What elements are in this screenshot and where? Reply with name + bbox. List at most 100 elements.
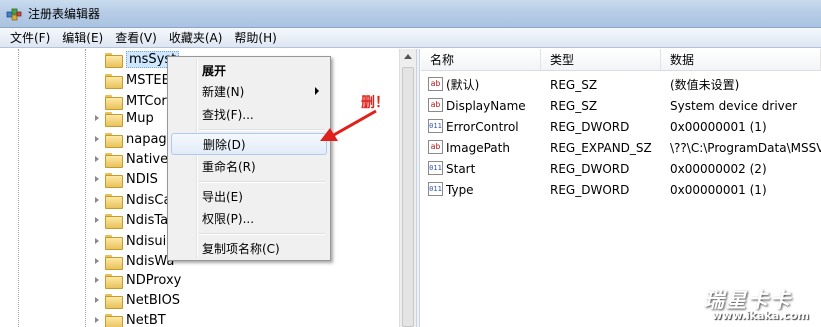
folder-icon — [105, 214, 123, 229]
tree-item-label: MTCor — [126, 94, 167, 109]
value-name: Type — [446, 182, 474, 197]
menu-separator — [199, 129, 325, 131]
menu-separator — [199, 233, 325, 235]
value-type: REG_DWORD — [550, 119, 630, 134]
tree-guide-line — [18, 49, 19, 327]
value-row[interactable]: ab ImagePath REG_EXPAND_SZ \??\C:\Progra… — [421, 137, 821, 158]
context-menu-copy-key-name[interactable]: 复制项名称(C) — [171, 237, 327, 259]
title-bar[interactable]: 注册表编辑器 — [0, 0, 821, 28]
menu-view[interactable]: 查看(V) — [109, 28, 163, 48]
expand-arrow-icon[interactable] — [93, 296, 102, 305]
menu-help[interactable]: 帮助(H) — [228, 28, 282, 48]
value-data: System device driver — [670, 98, 798, 113]
context-menu-expand[interactable]: 展开 — [171, 59, 327, 81]
value-name: Start — [446, 161, 476, 176]
context-menu-export[interactable]: 导出(E) — [171, 185, 327, 207]
annotation-arrow-icon — [320, 109, 377, 141]
folder-icon — [105, 235, 123, 250]
value-type: REG_SZ — [550, 98, 598, 113]
tree-item[interactable]: napage — [93, 129, 175, 150]
string-value-icon: ab — [428, 140, 443, 154]
menu-file[interactable]: 文件(F) — [4, 28, 56, 48]
expand-arrow-icon[interactable] — [93, 257, 102, 266]
folder-icon — [105, 274, 123, 289]
window-title: 注册表编辑器 — [28, 7, 101, 21]
value-name: (默认) — [446, 78, 480, 92]
column-header-data[interactable]: 数据 — [661, 49, 821, 71]
value-name: DisplayName — [446, 98, 526, 113]
expand-arrow-icon[interactable] — [93, 175, 102, 184]
value-type: REG_SZ — [550, 77, 598, 92]
folder-icon — [105, 74, 123, 89]
tree-item[interactable]: NdisTa — [93, 210, 168, 231]
tree-item[interactable]: MSTEE — [93, 70, 170, 91]
scroll-thumb[interactable] — [402, 67, 414, 327]
value-type: REG_DWORD — [550, 182, 630, 197]
context-menu-new-label: 新建(N) — [202, 84, 245, 99]
value-name: ImagePath — [446, 140, 510, 155]
binary-value-icon: 011 — [428, 119, 443, 133]
tree-guide-line — [85, 49, 86, 327]
context-menu-find[interactable]: 查找(F)... — [171, 103, 327, 125]
tree-item[interactable]: NDIS — [93, 169, 158, 190]
value-type: REG_DWORD — [550, 161, 630, 176]
value-row[interactable]: ab (默认) REG_SZ (数值未设置) — [421, 74, 821, 95]
tree-item[interactable]: NdisCa — [93, 190, 171, 211]
tree-item[interactable]: NDProxy — [93, 270, 181, 291]
folder-icon — [105, 133, 123, 148]
watermark-url: www.ikaka.com — [712, 309, 809, 322]
expand-arrow-icon[interactable] — [93, 196, 102, 205]
expand-arrow-icon[interactable] — [93, 135, 102, 144]
value-row[interactable]: ab DisplayName REG_SZ System device driv… — [421, 95, 821, 116]
expand-arrow-icon[interactable] — [93, 316, 102, 325]
expand-arrow-icon[interactable] — [93, 237, 102, 246]
tree-item-label: NDProxy — [126, 273, 182, 288]
submenu-arrow-icon — [315, 87, 319, 95]
expand-arrow-icon[interactable] — [93, 155, 102, 164]
tree-item[interactable]: NdisWa — [93, 251, 174, 272]
menu-bar: 文件(F) 编辑(E) 查看(V) 收藏夹(A) 帮助(H) — [0, 28, 821, 48]
binary-value-icon: 011 — [428, 182, 443, 196]
folder-icon — [105, 95, 123, 110]
context-menu-rename[interactable]: 重命名(R) — [171, 155, 327, 177]
expand-arrow-icon[interactable] — [93, 114, 102, 123]
watermark-logo: 瑞星卡卡 www.ikaka.com — [686, 280, 821, 327]
value-data: \??\C:\ProgramData\MSSV — [670, 140, 821, 155]
tree-item[interactable]: NetBT — [93, 310, 166, 327]
tree-item[interactable]: Ndisuio — [93, 231, 174, 252]
value-data: 0x00000002 (2) — [670, 161, 767, 176]
tree-item-label: NDIS — [126, 172, 158, 187]
column-header-name[interactable]: 名称 — [421, 49, 541, 71]
menu-edit[interactable]: 编辑(E) — [56, 28, 109, 48]
expand-arrow-icon[interactable] — [93, 216, 102, 225]
tree-item-label: Mup — [126, 111, 154, 126]
folder-icon — [105, 112, 123, 127]
string-value-icon: ab — [428, 98, 443, 112]
pane-splitter[interactable] — [416, 49, 420, 327]
folder-icon — [105, 314, 123, 327]
regedit-icon — [6, 6, 22, 22]
folder-icon — [105, 153, 123, 168]
tree-vertical-scrollbar[interactable] — [399, 49, 416, 327]
expand-arrow-icon[interactable] — [93, 276, 102, 285]
menu-separator — [199, 181, 325, 183]
scroll-up-arrow-icon[interactable] — [404, 54, 412, 59]
context-menu-delete[interactable]: 删除(D) — [171, 133, 327, 155]
value-row[interactable]: 011 ErrorControl REG_DWORD 0x00000001 (1… — [421, 116, 821, 137]
folder-icon — [105, 173, 123, 188]
tree-item[interactable]: NetBIOS — [93, 290, 180, 311]
folder-icon — [105, 53, 123, 68]
tree-item[interactable]: Mup — [93, 108, 154, 129]
tree-item-label: NetBIOS — [126, 293, 181, 308]
string-value-icon: ab — [428, 77, 443, 91]
value-row[interactable]: 011 Start REG_DWORD 0x00000002 (2) — [421, 158, 821, 179]
column-header-type[interactable]: 类型 — [541, 49, 661, 71]
folder-icon — [105, 194, 123, 209]
value-data: 0x00000001 (1) — [670, 119, 767, 134]
tree-item-label: NdisTa — [126, 213, 169, 228]
menu-favorites[interactable]: 收藏夹(A) — [163, 28, 229, 48]
context-menu-new[interactable]: 新建(N) — [171, 80, 327, 102]
value-row[interactable]: 011 Type REG_DWORD 0x00000001 (1) — [421, 179, 821, 200]
folder-icon — [105, 294, 123, 309]
context-menu-permissions[interactable]: 权限(P)... — [171, 207, 327, 229]
